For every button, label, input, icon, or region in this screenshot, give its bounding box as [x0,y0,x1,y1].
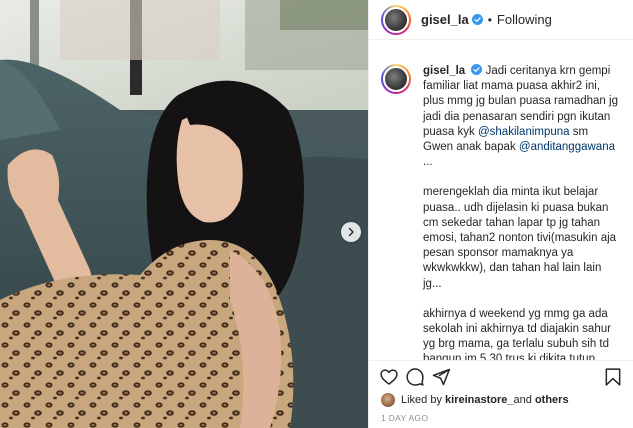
heart-icon[interactable] [379,367,399,387]
verified-badge-icon [471,64,483,75]
following-button[interactable]: Following [497,12,552,27]
video-frame [0,0,368,428]
mention-link[interactable]: @shakilanimpuna [478,126,570,138]
header-separator: • [487,12,492,27]
caption-author-avatar[interactable] [381,64,411,94]
bookmark-icon[interactable] [603,367,623,387]
comments-scrollbar[interactable] [628,44,631,124]
caption-paragraph-1: gisel_la Jadi ceritanya krn gempi famili… [423,64,619,170]
next-media-button[interactable] [341,222,361,242]
author-username[interactable]: gisel_la [421,12,469,27]
likes-prefix: Liked by [401,394,442,406]
liker-avatar[interactable] [381,393,395,407]
author-avatar[interactable] [381,4,411,35]
post-header: gisel_la • Following [369,0,633,40]
caption-text-part: ... [423,156,433,169]
likes-others-link[interactable]: others [535,394,569,406]
caption-text: gisel_la Jadi ceritanya krn gempi famili… [423,64,619,360]
share-icon[interactable] [431,367,451,387]
post-side-panel: gisel_la • Following gisel_la Jadi cerit… [368,0,633,428]
caption-username[interactable]: gisel_la [423,65,465,77]
liker-username[interactable]: kireinastore_ [445,394,513,406]
caption-paragraph-3: akhirnya d weekend yg mmg ga ada sekolah… [423,307,611,360]
mention-link[interactable]: @anditanggawana [519,141,615,153]
chevron-right-icon [348,227,354,237]
post-media-video[interactable] [0,0,368,428]
action-bar [369,360,633,392]
instagram-post: gisel_la • Following gisel_la Jadi cerit… [0,0,633,428]
post-timestamp[interactable]: 1 DAY AGO [369,408,633,428]
likes-summary: Liked by kireinastore_ and others [369,392,633,408]
comments-area: gisel_la Jadi ceritanya krn gempi famili… [369,40,633,360]
comment-icon[interactable] [405,367,425,387]
likes-middle: and [513,394,532,406]
verified-badge-icon [471,14,483,25]
caption-paragraph-2: merengeklah dia minta ikut belajar puasa… [423,186,617,290]
caption-comment: gisel_la Jadi ceritanya krn gempi famili… [381,64,619,360]
